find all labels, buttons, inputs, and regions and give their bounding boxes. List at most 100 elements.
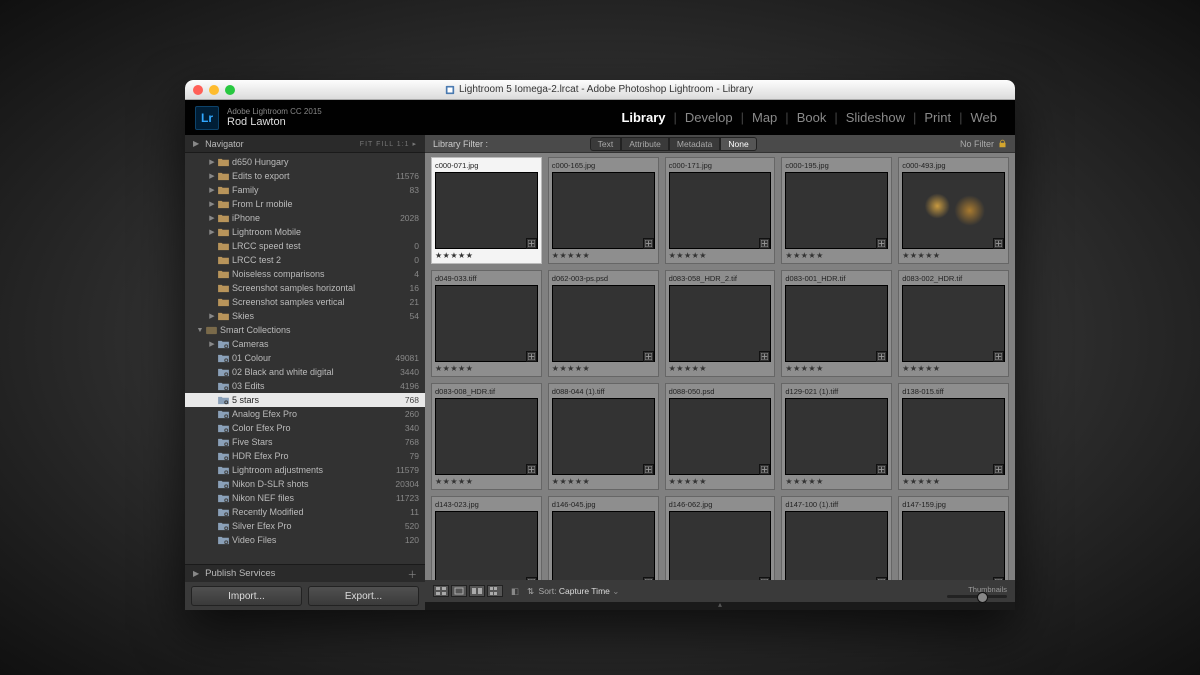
- thumbnail-image[interactable]: [669, 172, 772, 249]
- module-tab-map[interactable]: Map: [744, 110, 785, 125]
- thumbnail-image[interactable]: [785, 398, 888, 475]
- rating-stars[interactable]: ★★★★★: [435, 251, 538, 260]
- thumbnail-size-slider[interactable]: [947, 595, 1007, 598]
- thumbnail-image[interactable]: [552, 172, 655, 249]
- thumbnail-image[interactable]: [435, 398, 538, 475]
- minimize-icon[interactable]: [209, 85, 219, 95]
- thumbnail-image[interactable]: [435, 285, 538, 362]
- grid-cell[interactable]: d083-008_HDR.tif★★★★★: [431, 383, 542, 490]
- tree-item[interactable]: ▼Smart Collections: [185, 323, 425, 337]
- zoom-icon[interactable]: [225, 85, 235, 95]
- thumbnail-image[interactable]: [552, 285, 655, 362]
- import-button[interactable]: Import...: [191, 586, 302, 606]
- navigator-header[interactable]: ▶ Navigator FIT FILL 1:1 ▸: [185, 135, 425, 153]
- tree-item[interactable]: Screenshot samples vertical21: [185, 295, 425, 309]
- tree-item[interactable]: ▶iPhone2028: [185, 211, 425, 225]
- module-tab-web[interactable]: Web: [963, 110, 1006, 125]
- tree-item[interactable]: ▶d650 Hungary: [185, 155, 425, 169]
- close-icon[interactable]: [193, 85, 203, 95]
- tree-item[interactable]: Recently Modified11: [185, 505, 425, 519]
- tree-item[interactable]: ▶Family83: [185, 183, 425, 197]
- filter-seg-none[interactable]: None: [720, 137, 756, 151]
- module-tab-library[interactable]: Library: [613, 110, 673, 125]
- rating-stars[interactable]: ★★★★★: [669, 364, 772, 373]
- thumbnail-image[interactable]: [902, 285, 1005, 362]
- thumbnail-image[interactable]: [435, 511, 538, 580]
- grid-cell[interactable]: d129-021 (1).tiff★★★★★: [781, 383, 892, 490]
- grid-cell[interactable]: d146-062.jpg★★★★★: [665, 496, 776, 580]
- tree-item[interactable]: ▶Cameras: [185, 337, 425, 351]
- tree-item[interactable]: ▶Edits to export11576: [185, 169, 425, 183]
- tree-item[interactable]: Five Stars768: [185, 435, 425, 449]
- grid-cell[interactable]: c000-071.jpg★★★★★: [431, 157, 542, 264]
- tree-item[interactable]: Video Files120: [185, 533, 425, 547]
- filter-seg-metadata[interactable]: Metadata: [669, 137, 720, 151]
- export-button[interactable]: Export...: [308, 586, 419, 606]
- grid-cell[interactable]: d088-050.psd★★★★★: [665, 383, 776, 490]
- tree-item[interactable]: Nikon D-SLR shots20304: [185, 477, 425, 491]
- tree-item[interactable]: Screenshot samples horizontal16: [185, 281, 425, 295]
- thumbnail-image[interactable]: [669, 285, 772, 362]
- tree-item[interactable]: ▶From Lr mobile: [185, 197, 425, 211]
- filter-seg-attribute[interactable]: Attribute: [621, 137, 669, 151]
- thumbnail-image[interactable]: [552, 398, 655, 475]
- rating-stars[interactable]: ★★★★★: [669, 251, 772, 260]
- grid-cell[interactable]: d083-002_HDR.tif★★★★★: [898, 270, 1009, 377]
- thumbnail-image[interactable]: [785, 285, 888, 362]
- rating-stars[interactable]: ★★★★★: [902, 251, 1005, 260]
- grid-cell[interactable]: c000-493.jpg★★★★★: [898, 157, 1009, 264]
- rating-stars[interactable]: ★★★★★: [785, 364, 888, 373]
- tree-item[interactable]: 02 Black and white digital3440: [185, 365, 425, 379]
- grid-cell[interactable]: d143-023.jpg★★★★★: [431, 496, 542, 580]
- tree-item[interactable]: HDR Efex Pro79: [185, 449, 425, 463]
- rating-stars[interactable]: ★★★★★: [902, 477, 1005, 486]
- grid-cell[interactable]: d088-044 (1).tiff★★★★★: [548, 383, 659, 490]
- tree-item[interactable]: 01 Colour49081: [185, 351, 425, 365]
- thumbnail-image[interactable]: [785, 511, 888, 580]
- navigator-zoom-options[interactable]: FIT FILL 1:1 ▸: [360, 140, 417, 148]
- survey-view-icon[interactable]: [487, 585, 503, 597]
- rating-stars[interactable]: ★★★★★: [435, 364, 538, 373]
- rating-stars[interactable]: ★★★★★: [902, 364, 1005, 373]
- painter-tool-icon[interactable]: ◧: [511, 586, 519, 597]
- tree-item[interactable]: 03 Edits4196: [185, 379, 425, 393]
- thumbnail-image[interactable]: [785, 172, 888, 249]
- rating-stars[interactable]: ★★★★★: [669, 477, 772, 486]
- rating-stars[interactable]: ★★★★★: [552, 251, 655, 260]
- thumbnail-image[interactable]: [552, 511, 655, 580]
- thumbnail-grid[interactable]: c000-071.jpg★★★★★c000-165.jpg★★★★★c000-1…: [425, 153, 1015, 580]
- rating-stars[interactable]: ★★★★★: [552, 477, 655, 486]
- rating-stars[interactable]: ★★★★★: [552, 364, 655, 373]
- grid-cell[interactable]: d049-033.tiff★★★★★: [431, 270, 542, 377]
- tree-item[interactable]: Analog Efex Pro260: [185, 407, 425, 421]
- grid-cell[interactable]: c000-165.jpg★★★★★: [548, 157, 659, 264]
- grid-cell[interactable]: d147-159.jpg★★★★★: [898, 496, 1009, 580]
- publish-services-header[interactable]: ▶ Publish Services ＋: [185, 564, 425, 582]
- rating-stars[interactable]: ★★★★★: [785, 251, 888, 260]
- grid-view-icon[interactable]: [433, 585, 449, 597]
- loupe-view-icon[interactable]: [451, 585, 467, 597]
- tree-item[interactable]: Lightroom adjustments11579: [185, 463, 425, 477]
- grid-cell[interactable]: d083-001_HDR.tif★★★★★: [781, 270, 892, 377]
- module-tab-slideshow[interactable]: Slideshow: [838, 110, 913, 125]
- thumbnail-image[interactable]: [669, 398, 772, 475]
- add-publish-service-icon[interactable]: ＋: [407, 567, 417, 581]
- thumbnail-image[interactable]: [669, 511, 772, 580]
- tree-item[interactable]: 5 stars768: [185, 393, 425, 407]
- grid-cell[interactable]: d147-100 (1).tiff★★★★★: [781, 496, 892, 580]
- filter-seg-text[interactable]: Text: [590, 137, 622, 151]
- thumbnail-image[interactable]: [902, 172, 1005, 249]
- compare-view-icon[interactable]: [469, 585, 485, 597]
- thumbnail-image[interactable]: [902, 398, 1005, 475]
- tree-item[interactable]: LRCC test 20: [185, 253, 425, 267]
- tree-item[interactable]: Noiseless comparisons4: [185, 267, 425, 281]
- tree-item[interactable]: LRCC speed test0: [185, 239, 425, 253]
- tree-item[interactable]: ▶Lightroom Mobile: [185, 225, 425, 239]
- tree-item[interactable]: Color Efex Pro340: [185, 421, 425, 435]
- tree-item[interactable]: Silver Efex Pro520: [185, 519, 425, 533]
- grid-cell[interactable]: d083-058_HDR_2.tif★★★★★: [665, 270, 776, 377]
- filter-preset[interactable]: No Filter: [960, 139, 1007, 149]
- grid-cell[interactable]: c000-195.jpg★★★★★: [781, 157, 892, 264]
- grid-cell[interactable]: c000-171.jpg★★★★★: [665, 157, 776, 264]
- sort-control[interactable]: ⇅ Sort: Capture Time ⌄: [527, 586, 619, 597]
